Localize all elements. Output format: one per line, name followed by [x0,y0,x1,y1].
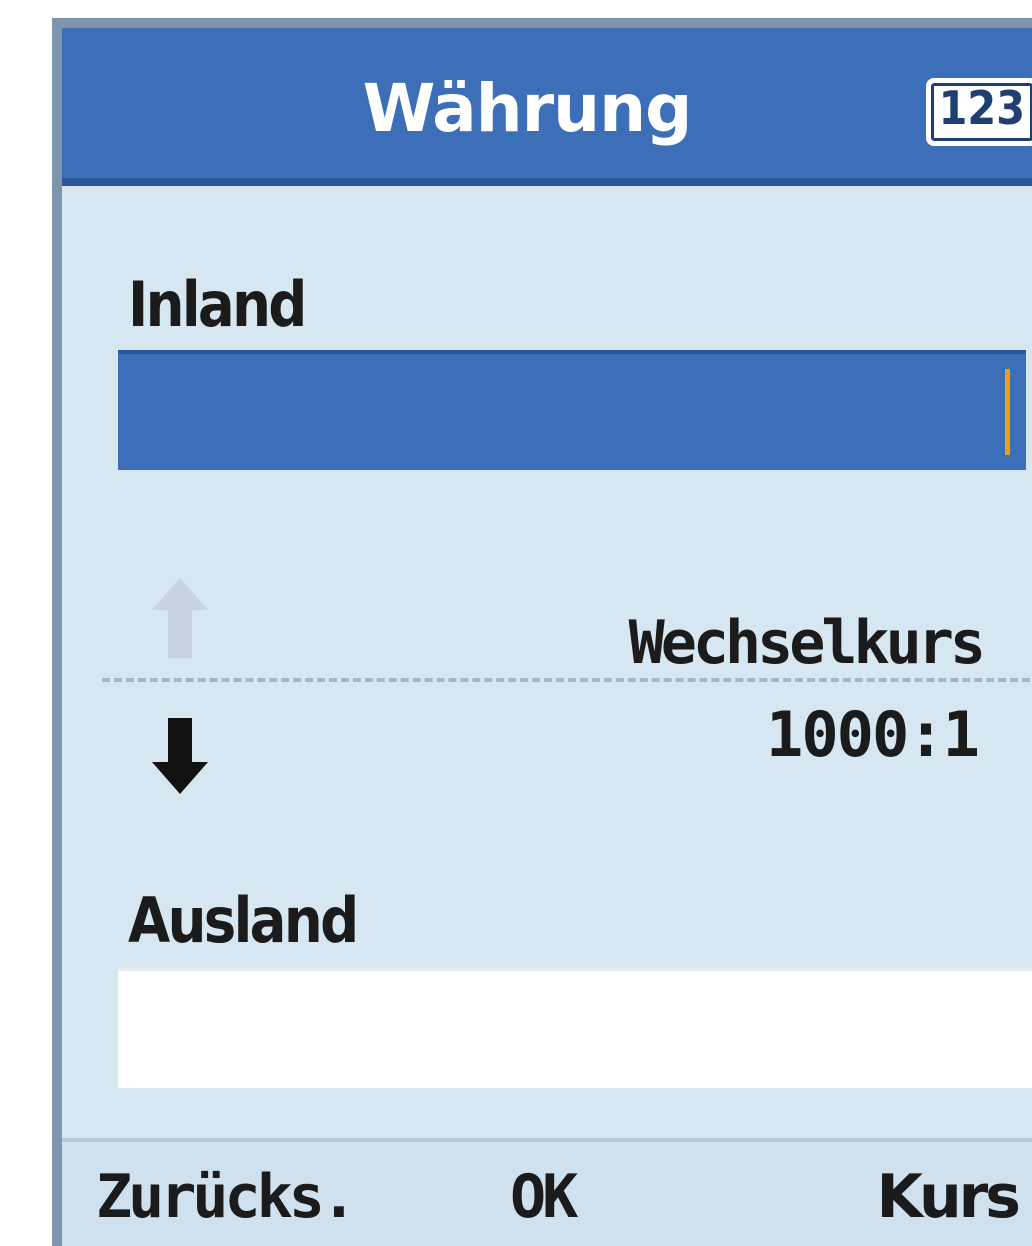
input-mode-indicator: 123 [925,78,1032,146]
page-title: Währung [362,70,693,147]
title-bar: Währung 123 [62,28,1032,186]
phone-screen: Währung 123 Inland Wechselkurs 1000:1 Au… [52,18,1032,1246]
divider [102,678,1032,682]
exchange-rate-label: Wechselkurs [628,608,986,678]
back-softkey[interactable]: Zurücks. [96,1162,357,1232]
softkey-bar: Zurücks. OK Kurs [62,1138,1032,1246]
exchange-rate-value: 1000:1 [766,698,980,771]
ok-softkey[interactable]: OK [510,1162,578,1232]
rate-softkey[interactable]: Kurs [877,1162,1021,1232]
arrow-down-icon[interactable] [150,718,210,798]
inland-label: Inland [128,268,307,341]
text-cursor [1005,369,1010,455]
ausland-input[interactable] [118,968,1032,1088]
ausland-label: Ausland [128,884,359,957]
inland-input[interactable] [118,350,1026,470]
arrow-up-icon[interactable] [150,578,210,658]
